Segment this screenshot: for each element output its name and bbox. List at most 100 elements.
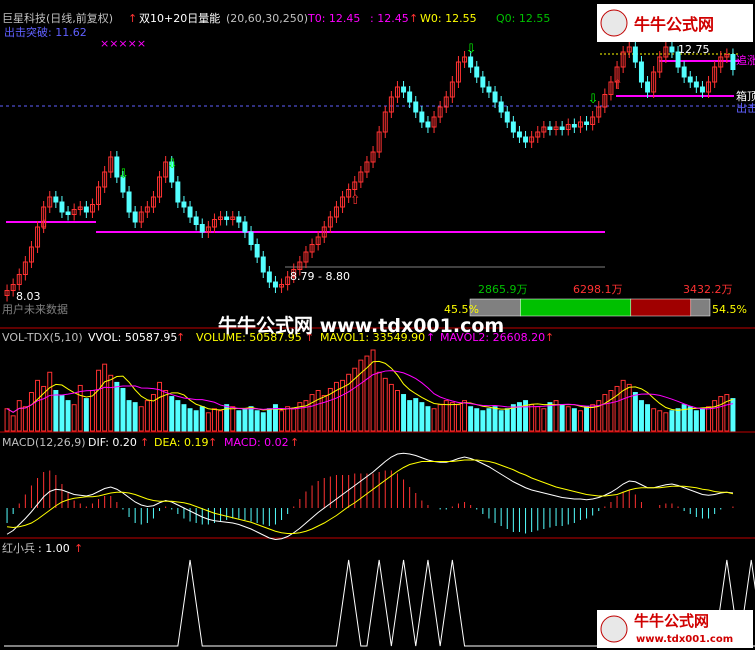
volume-bar	[449, 402, 455, 432]
volume-bar	[468, 406, 474, 432]
exit-tag: 出击	[736, 101, 755, 115]
volume-bar	[584, 406, 590, 432]
watermark-bottom-right: 牛牛公式网 www.tdx001.com	[597, 610, 753, 648]
candle-body	[236, 216, 242, 223]
candle-body	[638, 61, 644, 83]
watermark-main: 牛牛公式网 www.tdx001.com	[218, 314, 504, 337]
volume-bar	[71, 404, 77, 432]
volume-bar	[230, 406, 236, 432]
candle-body	[83, 206, 89, 213]
volume-bar	[199, 406, 205, 432]
box-top-tag: 箱顶	[736, 89, 755, 103]
volume-bar	[22, 406, 28, 432]
candle-body	[193, 216, 199, 225]
candle-body	[224, 216, 230, 220]
volume-bar	[407, 400, 413, 432]
up-arrow-icon: ⇧	[612, 78, 623, 93]
vol-right-pct: 54.5%	[712, 303, 747, 316]
volume-bar	[425, 406, 431, 432]
vol-left-value: 2865.9万	[478, 283, 528, 296]
price-panel: ⇧ ⇧ ⇧ ⇩ ⇩ ⇩ ⇩	[0, 41, 755, 317]
volume-bar	[181, 404, 187, 432]
volume-bar	[65, 400, 71, 432]
volume-bar	[358, 359, 364, 432]
volume-bar	[28, 392, 34, 432]
candle-body	[730, 54, 736, 70]
volume-bar	[486, 408, 492, 432]
volume-bar	[437, 404, 443, 432]
x-marks: ×××××	[100, 37, 146, 50]
high-label: 12.75	[678, 43, 710, 56]
watermark-corner-top: 牛牛公式网	[634, 15, 714, 34]
volume-bar	[419, 402, 425, 432]
volume-bar	[638, 400, 644, 432]
macd-value: MACD: 0.02	[224, 436, 289, 449]
w0-value: W0: 12.55	[420, 12, 477, 25]
dea-value: DEA: 0.19	[154, 436, 208, 449]
volume-bar	[218, 410, 224, 432]
candle-body	[53, 196, 59, 203]
candle-body	[401, 86, 407, 93]
svg-text:↑: ↑	[74, 542, 83, 555]
signal-value: : 1.00	[38, 542, 70, 555]
volume-bar	[10, 415, 16, 432]
volume-bar	[175, 400, 181, 432]
down-arrow-icon: ⇩	[588, 92, 599, 107]
volume-bar	[16, 400, 22, 432]
volume-bar	[376, 371, 382, 432]
candle-body	[559, 126, 565, 130]
indicator-name: 双10+20日量能	[139, 11, 220, 25]
candle-body	[65, 211, 71, 215]
volume-bar	[492, 406, 498, 432]
volume-bar	[645, 404, 651, 432]
candle-body	[132, 211, 138, 223]
candle-body	[699, 86, 705, 93]
candle-body	[126, 191, 132, 213]
svg-text:↑: ↑	[208, 436, 217, 449]
candle-body	[504, 111, 510, 123]
volume-bar	[608, 390, 614, 432]
low-label: 8.03	[16, 290, 41, 303]
up-arrow-icon: ↑	[128, 12, 137, 25]
volume-bar	[706, 406, 712, 432]
candle-body	[492, 91, 498, 103]
volume-bar	[114, 381, 120, 432]
volume-bar	[699, 408, 705, 432]
volume-bar	[590, 404, 596, 432]
vol-dist-segment	[520, 298, 632, 317]
candle-body	[645, 81, 651, 93]
volume-bar	[169, 396, 175, 432]
volume-bar	[632, 392, 638, 432]
volume-bar	[382, 377, 388, 432]
volume-bar	[120, 387, 126, 432]
up-arrow-icon: ⇧	[39, 218, 50, 233]
svg-text:↑: ↑	[290, 436, 299, 449]
t1-value: : 12.45	[370, 12, 409, 25]
volume-bar	[279, 410, 285, 432]
down-arrow-icon: ⇩	[167, 157, 178, 172]
candle-body	[468, 56, 474, 68]
volume-bar	[547, 402, 553, 432]
volume-bar	[541, 408, 547, 432]
candle-body	[547, 126, 553, 130]
svg-text:↑: ↑	[545, 331, 554, 344]
candle-body	[571, 124, 577, 128]
candle-body	[248, 231, 254, 245]
q0-value: Q0: 12.55	[496, 12, 550, 25]
candle-body	[584, 121, 590, 125]
volume-bar	[651, 408, 657, 432]
volume-bar	[571, 408, 577, 432]
watermark-corner-bottom: 牛牛公式网	[634, 612, 709, 630]
support-range-label: 8.79 - 8.80	[290, 270, 350, 283]
volume-bar	[401, 394, 407, 432]
volume-bar	[144, 400, 150, 432]
volume-bar	[480, 410, 486, 432]
indicator-params: (20,60,30,250)	[226, 12, 308, 25]
watermark-top-right: 牛牛公式网	[597, 4, 753, 42]
vol-mid-value: 6298.1万	[573, 283, 623, 296]
stock-chart[interactable]: ⇧ ⇧ ⇧ ⇩ ⇩ ⇩ ⇩ 巨星科技(日线,前复权) ↑ 双10+20日量能 (20,60,…	[0, 0, 755, 650]
volume-bar	[102, 363, 108, 432]
volume-bar	[242, 408, 248, 432]
volume-bar	[565, 406, 571, 432]
dea-line	[6, 459, 734, 534]
